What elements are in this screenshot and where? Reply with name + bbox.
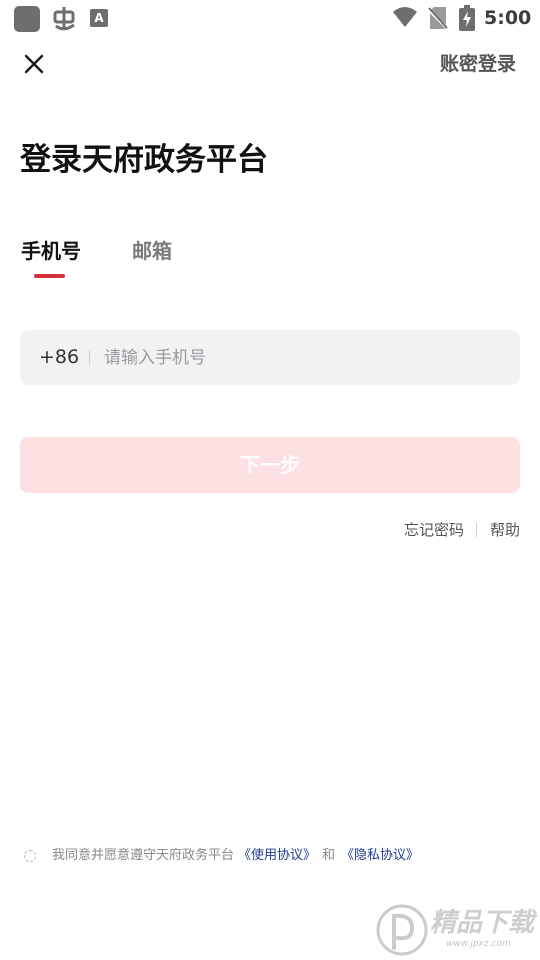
bug-icon (50, 4, 78, 32)
status-time: 5:00 (484, 7, 532, 29)
keyboard-a-icon: A (90, 9, 108, 27)
wifi-icon (392, 6, 418, 28)
watermark-brand: 精品下载 (430, 908, 535, 938)
help-link[interactable]: 帮助 (490, 519, 520, 541)
tab-email[interactable]: 邮箱 (132, 234, 172, 268)
phone-input-container: +86 (20, 330, 520, 385)
no-sim-icon (426, 6, 450, 31)
active-tab-indicator (34, 274, 65, 278)
status-bar: A 5:00 (0, 0, 540, 36)
watermark: 精品下载 www.jpxz.com (374, 902, 536, 958)
close-button[interactable] (20, 50, 48, 78)
country-code-selector[interactable]: +86 (39, 330, 79, 385)
phone-number-input[interactable] (104, 330, 504, 385)
watermark-logo-icon (376, 904, 428, 956)
agreement-and: 和 (322, 848, 336, 863)
close-icon (24, 54, 44, 74)
next-step-button[interactable]: 下一步 (20, 437, 520, 493)
link-divider (476, 523, 477, 537)
agreement-checkbox[interactable] (24, 850, 36, 862)
page-title: 登录天府政务平台 (20, 142, 268, 178)
app-square-icon (14, 6, 40, 32)
privacy-policy-link[interactable]: 《隐私协议》 (341, 848, 419, 863)
forgot-password-link[interactable]: 忘记密码 (404, 519, 464, 541)
tab-phone[interactable]: 手机号 (21, 234, 81, 268)
account-password-login-link[interactable]: 账密登录 (440, 50, 516, 78)
terms-of-use-link[interactable]: 《使用协议》 (238, 848, 316, 863)
agreement-text: 我同意并愿意遵守天府政务平台 (52, 848, 235, 863)
watermark-url: www.jpxz.com (446, 939, 511, 949)
agreement-row: 我同意并愿意遵守天府政务平台 《使用协议》和《隐私协议》 (52, 846, 419, 866)
input-divider (89, 350, 90, 365)
login-page: A 5:00 账密登录 登录天府政务平台 手机号 邮箱 +86 请输入手机号 下… (0, 0, 540, 960)
battery-charging-icon (459, 5, 475, 31)
